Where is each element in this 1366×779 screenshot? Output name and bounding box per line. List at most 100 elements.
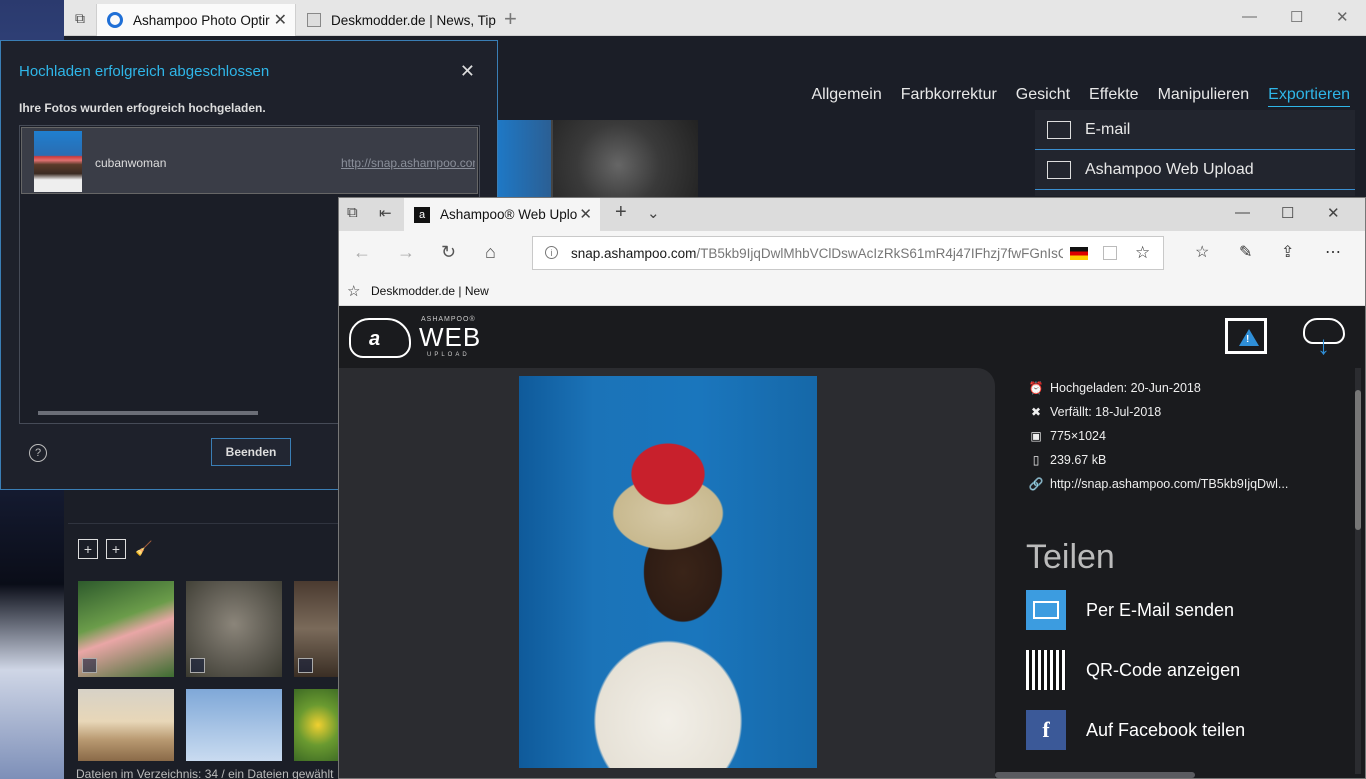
thumbnail-desert[interactable] — [78, 689, 174, 761]
add-file-icon[interactable]: + — [78, 538, 98, 559]
thumbnail-checkbox[interactable] — [82, 658, 97, 673]
export-email-label: E-mail — [1085, 120, 1131, 138]
file-count-status: Dateien im Verzeichnis: 34 / ein Dateien… — [76, 767, 334, 779]
envelope-icon — [1047, 120, 1071, 139]
link-icon: 🔗 — [1028, 477, 1044, 491]
maximize-button[interactable]: ☐ — [1281, 204, 1294, 222]
tab-deskmodder[interactable]: Deskmodder.de | News, Tip — [297, 4, 497, 36]
menu-effekte[interactable]: Effekte — [1089, 86, 1139, 107]
favorite-deskmodder[interactable]: Deskmodder.de | New — [371, 284, 489, 298]
forward-icon[interactable]: → — [397, 242, 415, 263]
ashampoo-favicon-icon: a — [414, 206, 430, 223]
deskmodder-favicon-icon — [307, 13, 321, 27]
export-web-upload[interactable]: Ashampoo Web Upload — [1035, 150, 1355, 190]
help-icon[interactable]: ? — [29, 444, 47, 462]
report-warning-icon[interactable]: ! — [1225, 318, 1267, 354]
thumbnail-spoonbill[interactable] — [78, 581, 174, 677]
share-icon[interactable]: ⇪ — [1281, 242, 1294, 262]
file-toolbar: + + 🧹 — [68, 523, 340, 573]
menu-allgemein[interactable]: Allgemein — [812, 86, 882, 107]
export-panel: E-mail Ashampoo Web Upload — [1035, 110, 1355, 196]
share-facebook-label: Auf Facebook teilen — [1086, 719, 1246, 740]
list-item[interactable]: cubanwoman http://snap.ashampoo.com — [21, 127, 478, 194]
translate-flag-icon[interactable] — [1070, 247, 1088, 260]
uploaded-thumbnail — [34, 131, 82, 192]
meta-filesize: ▯ 239.67 kB — [1029, 448, 1288, 472]
photo-metadata: ⏰ Hochgeladen: 20-Jun-2018 ✖ Verfällt: 18-… — [1028, 376, 1289, 496]
close-icon[interactable]: ✕ — [460, 61, 475, 82]
minimize-button[interactable]: — — [1235, 204, 1250, 221]
logo-web: WEB — [419, 322, 482, 352]
tab-web-upload[interactable]: a Ashampoo® Web Uplo ✕ — [404, 198, 600, 231]
preview-strip — [496, 120, 698, 202]
uploaded-file-name: cubanwoman — [95, 156, 167, 170]
dialog-title: Hochladen erfolgreich abgeschlossen — [19, 63, 270, 80]
tab-preview-icon[interactable]: ⧉ — [347, 204, 358, 221]
web-note-icon[interactable]: ✎ — [1239, 242, 1252, 262]
maximize-button[interactable]: ☐ — [1290, 8, 1303, 26]
favorite-star-icon[interactable]: ☆ — [1135, 243, 1150, 263]
refresh-icon[interactable]: ↻ — [441, 242, 456, 263]
site-info-icon[interactable]: i — [545, 246, 558, 259]
close-tab-icon[interactable]: ✕ — [579, 205, 592, 223]
horizontal-scrollbar[interactable] — [38, 411, 258, 415]
favorites-bar: ☆ Deskmodder.de | New — [339, 277, 1365, 306]
horizontal-scrollbar[interactable] — [995, 772, 1195, 778]
share-facebook[interactable]: f Auf Facebook teilen — [1026, 710, 1245, 750]
menu-farbkorrektur[interactable]: Farbkorrektur — [901, 86, 997, 107]
web-upload-browser-window: ⧉ ⇤ a Ashampoo® Web Uplo ✕ + ⌄ — ☐ ✕ ← →… — [338, 197, 1366, 779]
clean-icon[interactable]: 🧹 — [134, 539, 154, 559]
photo-panel — [339, 368, 995, 778]
file-browser-panel: + + 🧹 Dateien im Verzeichnis: 34 / ein D… — [68, 523, 354, 779]
menu-gesicht[interactable]: Gesicht — [1016, 86, 1070, 107]
file-icon: ▯ — [1032, 453, 1040, 467]
edited-preview — [553, 120, 698, 202]
thumbnail-monkey[interactable] — [186, 581, 282, 677]
tab-label: Ashampoo® Web Uplo — [440, 207, 578, 222]
facebook-icon: f — [1026, 710, 1066, 750]
close-tab-icon[interactable]: ✕ — [274, 10, 287, 30]
back-icon[interactable]: ← — [353, 242, 371, 263]
address-bar-row: ← → ↻ ⌂ i snap.ashampoo.com/TB5kb9IjqDwl… — [339, 231, 1365, 277]
photo-optimizer-favicon-icon — [107, 12, 123, 28]
web-upload-page: a ASHAMPOO® WEB UPLOAD ! ↓ ⏰ Hochgeladen:… — [339, 306, 1365, 778]
thumbnail-grid — [78, 581, 354, 761]
share-email[interactable]: Per E-Mail senden — [1026, 590, 1234, 630]
new-tab-icon[interactable]: + — [615, 201, 627, 224]
tab-label: Deskmodder.de | News, Tip — [331, 12, 496, 28]
export-email[interactable]: E-mail — [1035, 110, 1355, 150]
close-window-button[interactable]: ✕ — [1336, 8, 1349, 26]
menu-exportieren[interactable]: Exportieren — [1268, 86, 1350, 107]
more-icon[interactable]: ⋯ — [1325, 242, 1341, 262]
share-qr-code[interactable]: QR-Code anzeigen — [1026, 650, 1240, 690]
home-icon[interactable]: ⌂ — [485, 242, 496, 263]
uploaded-photo — [519, 376, 817, 768]
add-folder-icon[interactable]: + — [106, 538, 126, 559]
cloud-download-icon[interactable]: ↓ — [1303, 316, 1347, 358]
outer-browser-tabbar: ⧉ Ashampoo Photo Optir ✕ Deskmodder.de |… — [64, 0, 1366, 36]
thumbnail-checkbox[interactable] — [298, 658, 313, 673]
close-window-button[interactable]: ✕ — [1327, 204, 1340, 222]
tab-photo-optimizer[interactable]: Ashampoo Photo Optir ✕ — [96, 4, 296, 36]
new-tab-icon[interactable]: + — [504, 6, 517, 32]
main-menu: Allgemein Farbkorrektur Gesicht Effekte … — [812, 86, 1350, 107]
minimize-button[interactable]: — — [1242, 8, 1257, 25]
ashampoo-web-upload-logo[interactable]: a ASHAMPOO® WEB UPLOAD — [349, 314, 482, 362]
thumbnail-checkbox[interactable] — [190, 658, 205, 673]
menu-manipulieren[interactable]: Manipulieren — [1158, 86, 1250, 107]
reading-view-icon[interactable] — [1103, 246, 1117, 260]
inner-tabbar: ⧉ ⇤ a Ashampoo® Web Uplo ✕ + ⌄ — ☐ ✕ — [339, 198, 1365, 231]
meta-link[interactable]: 🔗 http://snap.ashampoo.com/TB5kb9IjqDwl..… — [1028, 472, 1289, 496]
url-input[interactable]: i snap.ashampoo.com/TB5kb9IjqDwlMhbVClDs… — [532, 236, 1164, 270]
vertical-scrollbar[interactable] — [1355, 368, 1361, 774]
qr-code-icon — [1026, 650, 1066, 690]
uploaded-file-link[interactable]: http://snap.ashampoo.com — [341, 156, 475, 170]
scrollbar-thumb[interactable] — [1355, 390, 1361, 530]
favorites-hub-icon[interactable]: ☆ — [1195, 242, 1209, 262]
chevron-down-icon[interactable]: ⌄ — [647, 204, 660, 222]
tab-preview-icon[interactable]: ⧉ — [64, 0, 96, 36]
thumbnail-eiffel-tower[interactable] — [186, 689, 282, 761]
url-text: snap.ashampoo.com/TB5kb9IjqDwlMhbVClDswA… — [571, 246, 1063, 261]
set-aside-tabs-icon[interactable]: ⇤ — [379, 204, 392, 222]
finish-button[interactable]: Beenden — [211, 438, 291, 466]
